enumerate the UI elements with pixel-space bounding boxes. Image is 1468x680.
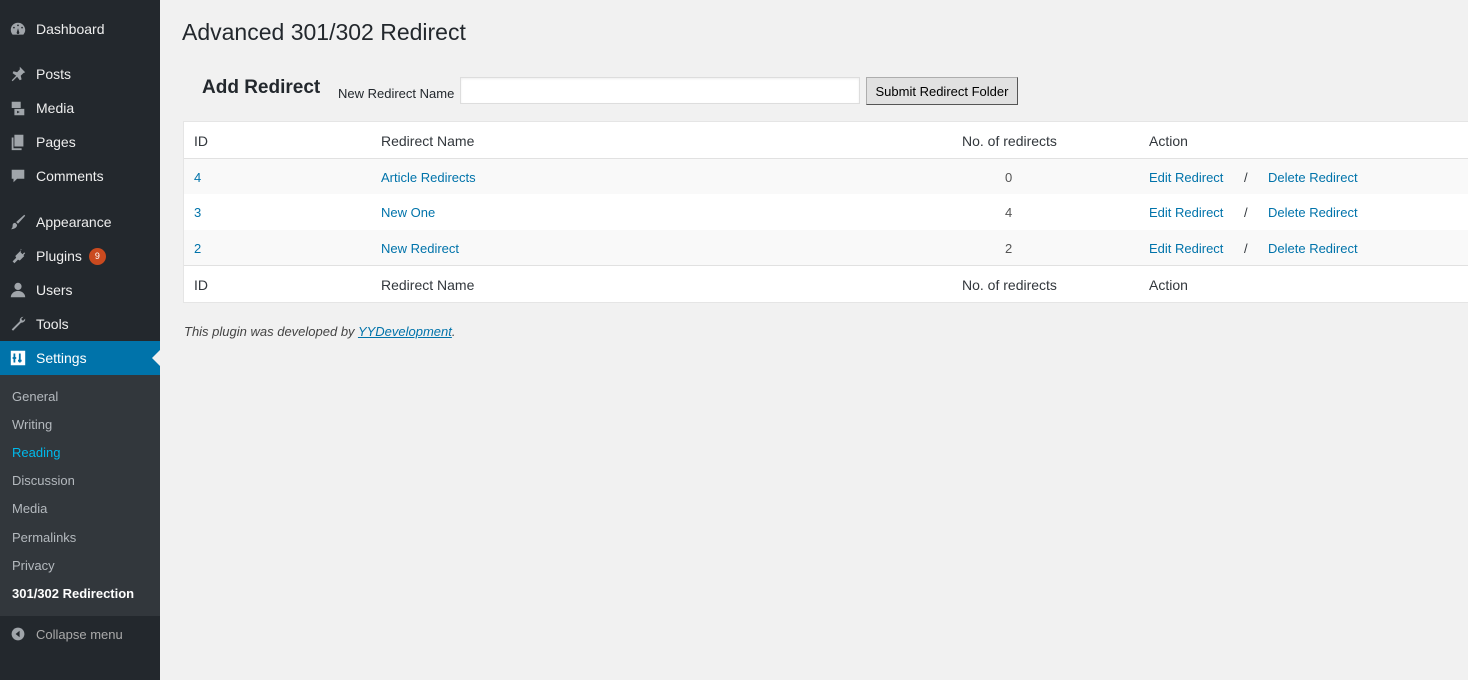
column-header-redirect-count[interactable]: No. of redirects	[962, 133, 1057, 149]
plug-icon	[0, 247, 36, 265]
submenu-item-writing[interactable]: Writing	[12, 417, 52, 432]
row-name-link[interactable]: New Redirect	[381, 241, 459, 256]
row-count: 0	[1005, 170, 1013, 185]
edit-redirect-link[interactable]: Edit Redirect	[1149, 241, 1223, 256]
delete-redirect-link[interactable]: Delete Redirect	[1268, 170, 1358, 185]
table-header-row: ID Redirect Name No. of redirects Action	[184, 122, 1468, 157]
column-footer-redirect-name[interactable]: Redirect Name	[381, 277, 474, 293]
submenu-item-permalinks[interactable]: Permalinks	[12, 530, 76, 545]
comment-icon	[0, 167, 36, 185]
column-header-action: Action	[1149, 133, 1188, 149]
sliders-icon	[0, 349, 36, 367]
column-footer-id[interactable]: ID	[194, 277, 208, 293]
admin-sidebar: Dashboard Posts Media Pages Comments App…	[0, 0, 160, 680]
sidebar-item-tools[interactable]: Tools	[0, 307, 160, 341]
table-footer-row: ID Redirect Name No. of redirects Action	[184, 266, 1468, 301]
wrench-icon	[0, 315, 36, 333]
edit-redirect-link[interactable]: Edit Redirect	[1149, 205, 1223, 220]
submenu-item-general[interactable]: General	[12, 389, 58, 404]
collapse-menu-label: Collapse menu	[36, 626, 123, 642]
table-row: 2 New Redirect 2 Edit Redirect / Delete …	[184, 230, 1468, 265]
sidebar-item-comments[interactable]: Comments	[0, 159, 160, 193]
sidebar-item-plugins[interactable]: Plugins 9	[0, 239, 160, 273]
plugins-update-badge: 9	[88, 247, 106, 265]
sidebar-item-posts[interactable]: Posts	[0, 57, 160, 91]
row-id-link[interactable]: 4	[194, 170, 201, 185]
new-redirect-name-label: New Redirect Name	[338, 86, 455, 101]
brush-icon	[0, 213, 36, 231]
delete-redirect-link[interactable]: Delete Redirect	[1268, 205, 1358, 220]
column-header-redirect-name[interactable]: Redirect Name	[381, 133, 474, 149]
sidebar-item-label: Plugins	[36, 248, 82, 264]
row-id-link[interactable]: 3	[194, 205, 201, 220]
collapse-menu-button[interactable]: Collapse menu	[0, 620, 160, 648]
sidebar-item-dashboard[interactable]: Dashboard	[0, 12, 160, 46]
delete-redirect-link[interactable]: Delete Redirect	[1268, 241, 1358, 256]
row-count: 2	[1005, 241, 1013, 256]
submenu-item-privacy[interactable]: Privacy	[12, 558, 55, 573]
edit-redirect-link[interactable]: Edit Redirect	[1149, 170, 1223, 185]
sidebar-item-label: Tools	[36, 316, 69, 332]
credit-suffix: .	[451, 324, 456, 339]
new-redirect-name-input[interactable]	[460, 77, 860, 104]
pin-icon	[0, 65, 36, 83]
submit-redirect-folder-button[interactable]: Submit Redirect Folder	[866, 77, 1018, 105]
table-row: 4 Article Redirects 0 Edit Redirect / De…	[184, 159, 1468, 194]
add-redirect-heading: Add Redirect	[202, 77, 321, 98]
action-separator: /	[1244, 241, 1248, 256]
column-footer-action: Action	[1149, 277, 1188, 293]
sidebar-item-label: Media	[36, 100, 75, 116]
table-row: 3 New One 4 Edit Redirect / Delete Redir…	[184, 194, 1468, 229]
sidebar-item-users[interactable]: Users	[0, 273, 160, 307]
credit-prefix: This plugin was developed by	[184, 324, 358, 339]
redirects-table: ID Redirect Name No. of redirects Action…	[183, 121, 1468, 303]
sidebar-item-label: Pages	[36, 134, 76, 150]
sidebar-item-label: Dashboard	[36, 21, 105, 37]
dashboard-icon	[0, 20, 36, 38]
pages-icon	[0, 133, 36, 151]
collapse-arrow-icon	[0, 626, 36, 642]
settings-submenu: General Writing Reading Discussion Media…	[0, 375, 160, 616]
sidebar-item-label: Posts	[36, 66, 72, 82]
sidebar-item-label: Comments	[36, 168, 104, 184]
submenu-item-redirection[interactable]: 301/302 Redirection	[12, 586, 134, 601]
sidebar-item-label: Appearance	[36, 214, 112, 230]
action-separator: /	[1244, 170, 1248, 185]
column-header-id[interactable]: ID	[194, 133, 208, 149]
sidebar-item-label: Settings	[36, 350, 87, 366]
sidebar-item-appearance[interactable]: Appearance	[0, 205, 160, 239]
page-title: Advanced 301/302 Redirect	[182, 19, 466, 45]
sidebar-item-settings[interactable]: Settings	[0, 341, 160, 375]
sidebar-item-label: Users	[36, 282, 73, 298]
action-separator: /	[1244, 205, 1248, 220]
user-icon	[0, 281, 36, 299]
row-id-link[interactable]: 2	[194, 241, 201, 256]
submenu-item-discussion[interactable]: Discussion	[12, 473, 75, 488]
sidebar-item-pages[interactable]: Pages	[0, 125, 160, 159]
submenu-item-media[interactable]: Media	[12, 501, 47, 516]
media-icon	[0, 99, 36, 117]
submenu-item-reading[interactable]: Reading	[12, 445, 60, 460]
column-footer-redirect-count[interactable]: No. of redirects	[962, 277, 1057, 293]
row-count: 4	[1005, 205, 1013, 220]
plugin-credit-note: This plugin was developed by YYDevelopme…	[184, 324, 456, 339]
sidebar-item-media[interactable]: Media	[0, 91, 160, 125]
row-name-link[interactable]: Article Redirects	[381, 170, 476, 185]
row-name-link[interactable]: New One	[381, 205, 435, 220]
developer-link[interactable]: YYDevelopment	[358, 324, 452, 339]
